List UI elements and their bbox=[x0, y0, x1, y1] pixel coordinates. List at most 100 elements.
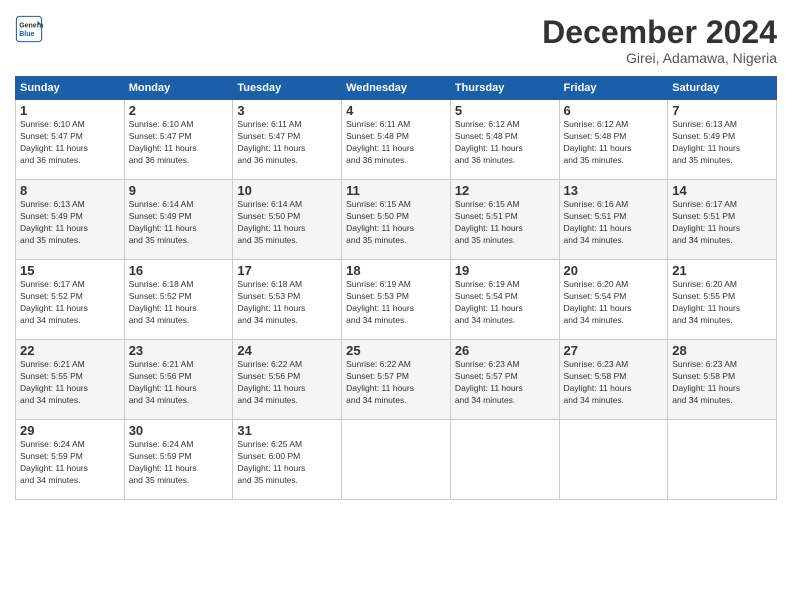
day-info: Sunrise: 6:23 AM Sunset: 5:58 PM Dayligh… bbox=[564, 359, 664, 407]
calendar-cell: 1Sunrise: 6:10 AM Sunset: 5:47 PM Daylig… bbox=[16, 100, 125, 180]
logo: General Blue bbox=[15, 15, 43, 43]
day-info: Sunrise: 6:13 AM Sunset: 5:49 PM Dayligh… bbox=[20, 199, 120, 247]
weekday-header-sunday: Sunday bbox=[16, 77, 125, 100]
weekday-header-row: SundayMondayTuesdayWednesdayThursdayFrid… bbox=[16, 77, 777, 100]
calendar-cell: 5Sunrise: 6:12 AM Sunset: 5:48 PM Daylig… bbox=[450, 100, 559, 180]
day-number: 18 bbox=[346, 263, 446, 278]
weekday-header-saturday: Saturday bbox=[668, 77, 777, 100]
day-info: Sunrise: 6:14 AM Sunset: 5:50 PM Dayligh… bbox=[237, 199, 337, 247]
calendar-body: 1Sunrise: 6:10 AM Sunset: 5:47 PM Daylig… bbox=[16, 100, 777, 500]
day-number: 24 bbox=[237, 343, 337, 358]
logo-icon: General Blue bbox=[15, 15, 43, 43]
day-info: Sunrise: 6:24 AM Sunset: 5:59 PM Dayligh… bbox=[129, 439, 229, 487]
day-number: 17 bbox=[237, 263, 337, 278]
calendar-title: December 2024 bbox=[542, 15, 777, 50]
day-info: Sunrise: 6:21 AM Sunset: 5:55 PM Dayligh… bbox=[20, 359, 120, 407]
day-info: Sunrise: 6:20 AM Sunset: 5:54 PM Dayligh… bbox=[564, 279, 664, 327]
calendar-cell: 3Sunrise: 6:11 AM Sunset: 5:47 PM Daylig… bbox=[233, 100, 342, 180]
day-number: 31 bbox=[237, 423, 337, 438]
day-number: 13 bbox=[564, 183, 664, 198]
day-info: Sunrise: 6:18 AM Sunset: 5:52 PM Dayligh… bbox=[129, 279, 229, 327]
day-number: 27 bbox=[564, 343, 664, 358]
calendar-subtitle: Girei, Adamawa, Nigeria bbox=[542, 50, 777, 66]
calendar-cell: 12Sunrise: 6:15 AM Sunset: 5:51 PM Dayli… bbox=[450, 180, 559, 260]
calendar-cell: 28Sunrise: 6:23 AM Sunset: 5:58 PM Dayli… bbox=[668, 340, 777, 420]
calendar-cell: 24Sunrise: 6:22 AM Sunset: 5:56 PM Dayli… bbox=[233, 340, 342, 420]
calendar-cell: 11Sunrise: 6:15 AM Sunset: 5:50 PM Dayli… bbox=[342, 180, 451, 260]
day-info: Sunrise: 6:23 AM Sunset: 5:57 PM Dayligh… bbox=[455, 359, 555, 407]
calendar-cell: 6Sunrise: 6:12 AM Sunset: 5:48 PM Daylig… bbox=[559, 100, 668, 180]
calendar-cell: 15Sunrise: 6:17 AM Sunset: 5:52 PM Dayli… bbox=[16, 260, 125, 340]
day-info: Sunrise: 6:17 AM Sunset: 5:52 PM Dayligh… bbox=[20, 279, 120, 327]
day-number: 2 bbox=[129, 103, 229, 118]
day-number: 30 bbox=[129, 423, 229, 438]
day-number: 14 bbox=[672, 183, 772, 198]
calendar-cell: 2Sunrise: 6:10 AM Sunset: 5:47 PM Daylig… bbox=[124, 100, 233, 180]
calendar-cell: 16Sunrise: 6:18 AM Sunset: 5:52 PM Dayli… bbox=[124, 260, 233, 340]
day-number: 5 bbox=[455, 103, 555, 118]
day-info: Sunrise: 6:25 AM Sunset: 6:00 PM Dayligh… bbox=[237, 439, 337, 487]
day-info: Sunrise: 6:11 AM Sunset: 5:48 PM Dayligh… bbox=[346, 119, 446, 167]
calendar-cell: 20Sunrise: 6:20 AM Sunset: 5:54 PM Dayli… bbox=[559, 260, 668, 340]
day-number: 16 bbox=[129, 263, 229, 278]
calendar-cell: 29Sunrise: 6:24 AM Sunset: 5:59 PM Dayli… bbox=[16, 420, 125, 500]
day-info: Sunrise: 6:23 AM Sunset: 5:58 PM Dayligh… bbox=[672, 359, 772, 407]
day-info: Sunrise: 6:12 AM Sunset: 5:48 PM Dayligh… bbox=[455, 119, 555, 167]
weekday-header-monday: Monday bbox=[124, 77, 233, 100]
calendar-cell: 31Sunrise: 6:25 AM Sunset: 6:00 PM Dayli… bbox=[233, 420, 342, 500]
day-number: 10 bbox=[237, 183, 337, 198]
day-info: Sunrise: 6:11 AM Sunset: 5:47 PM Dayligh… bbox=[237, 119, 337, 167]
calendar-cell: 27Sunrise: 6:23 AM Sunset: 5:58 PM Dayli… bbox=[559, 340, 668, 420]
day-info: Sunrise: 6:10 AM Sunset: 5:47 PM Dayligh… bbox=[129, 119, 229, 167]
calendar-cell: 17Sunrise: 6:18 AM Sunset: 5:53 PM Dayli… bbox=[233, 260, 342, 340]
header: General Blue December 2024 Girei, Adamaw… bbox=[15, 15, 777, 66]
calendar-cell: 22Sunrise: 6:21 AM Sunset: 5:55 PM Dayli… bbox=[16, 340, 125, 420]
calendar-cell: 18Sunrise: 6:19 AM Sunset: 5:53 PM Dayli… bbox=[342, 260, 451, 340]
calendar-cell: 26Sunrise: 6:23 AM Sunset: 5:57 PM Dayli… bbox=[450, 340, 559, 420]
day-info: Sunrise: 6:22 AM Sunset: 5:56 PM Dayligh… bbox=[237, 359, 337, 407]
day-number: 20 bbox=[564, 263, 664, 278]
day-number: 12 bbox=[455, 183, 555, 198]
day-number: 8 bbox=[20, 183, 120, 198]
day-number: 22 bbox=[20, 343, 120, 358]
day-info: Sunrise: 6:24 AM Sunset: 5:59 PM Dayligh… bbox=[20, 439, 120, 487]
calendar-cell: 7Sunrise: 6:13 AM Sunset: 5:49 PM Daylig… bbox=[668, 100, 777, 180]
calendar-cell: 8Sunrise: 6:13 AM Sunset: 5:49 PM Daylig… bbox=[16, 180, 125, 260]
calendar-cell bbox=[668, 420, 777, 500]
day-number: 23 bbox=[129, 343, 229, 358]
calendar-cell: 21Sunrise: 6:20 AM Sunset: 5:55 PM Dayli… bbox=[668, 260, 777, 340]
day-number: 11 bbox=[346, 183, 446, 198]
day-number: 4 bbox=[346, 103, 446, 118]
calendar-cell: 9Sunrise: 6:14 AM Sunset: 5:49 PM Daylig… bbox=[124, 180, 233, 260]
weekday-header-thursday: Thursday bbox=[450, 77, 559, 100]
day-number: 28 bbox=[672, 343, 772, 358]
weekday-header-tuesday: Tuesday bbox=[233, 77, 342, 100]
day-info: Sunrise: 6:10 AM Sunset: 5:47 PM Dayligh… bbox=[20, 119, 120, 167]
day-number: 15 bbox=[20, 263, 120, 278]
calendar-week-row: 29Sunrise: 6:24 AM Sunset: 5:59 PM Dayli… bbox=[16, 420, 777, 500]
day-number: 7 bbox=[672, 103, 772, 118]
day-number: 29 bbox=[20, 423, 120, 438]
day-number: 26 bbox=[455, 343, 555, 358]
calendar-cell: 14Sunrise: 6:17 AM Sunset: 5:51 PM Dayli… bbox=[668, 180, 777, 260]
day-number: 6 bbox=[564, 103, 664, 118]
calendar-cell: 13Sunrise: 6:16 AM Sunset: 5:51 PM Dayli… bbox=[559, 180, 668, 260]
calendar-cell: 30Sunrise: 6:24 AM Sunset: 5:59 PM Dayli… bbox=[124, 420, 233, 500]
day-info: Sunrise: 6:16 AM Sunset: 5:51 PM Dayligh… bbox=[564, 199, 664, 247]
weekday-header-wednesday: Wednesday bbox=[342, 77, 451, 100]
day-info: Sunrise: 6:15 AM Sunset: 5:50 PM Dayligh… bbox=[346, 199, 446, 247]
day-info: Sunrise: 6:22 AM Sunset: 5:57 PM Dayligh… bbox=[346, 359, 446, 407]
day-info: Sunrise: 6:13 AM Sunset: 5:49 PM Dayligh… bbox=[672, 119, 772, 167]
calendar-cell bbox=[450, 420, 559, 500]
day-number: 21 bbox=[672, 263, 772, 278]
day-info: Sunrise: 6:15 AM Sunset: 5:51 PM Dayligh… bbox=[455, 199, 555, 247]
day-number: 3 bbox=[237, 103, 337, 118]
weekday-header-friday: Friday bbox=[559, 77, 668, 100]
title-block: December 2024 Girei, Adamawa, Nigeria bbox=[542, 15, 777, 66]
calendar-cell: 10Sunrise: 6:14 AM Sunset: 5:50 PM Dayli… bbox=[233, 180, 342, 260]
calendar-cell: 25Sunrise: 6:22 AM Sunset: 5:57 PM Dayli… bbox=[342, 340, 451, 420]
day-info: Sunrise: 6:12 AM Sunset: 5:48 PM Dayligh… bbox=[564, 119, 664, 167]
calendar-week-row: 15Sunrise: 6:17 AM Sunset: 5:52 PM Dayli… bbox=[16, 260, 777, 340]
day-number: 19 bbox=[455, 263, 555, 278]
day-info: Sunrise: 6:19 AM Sunset: 5:53 PM Dayligh… bbox=[346, 279, 446, 327]
